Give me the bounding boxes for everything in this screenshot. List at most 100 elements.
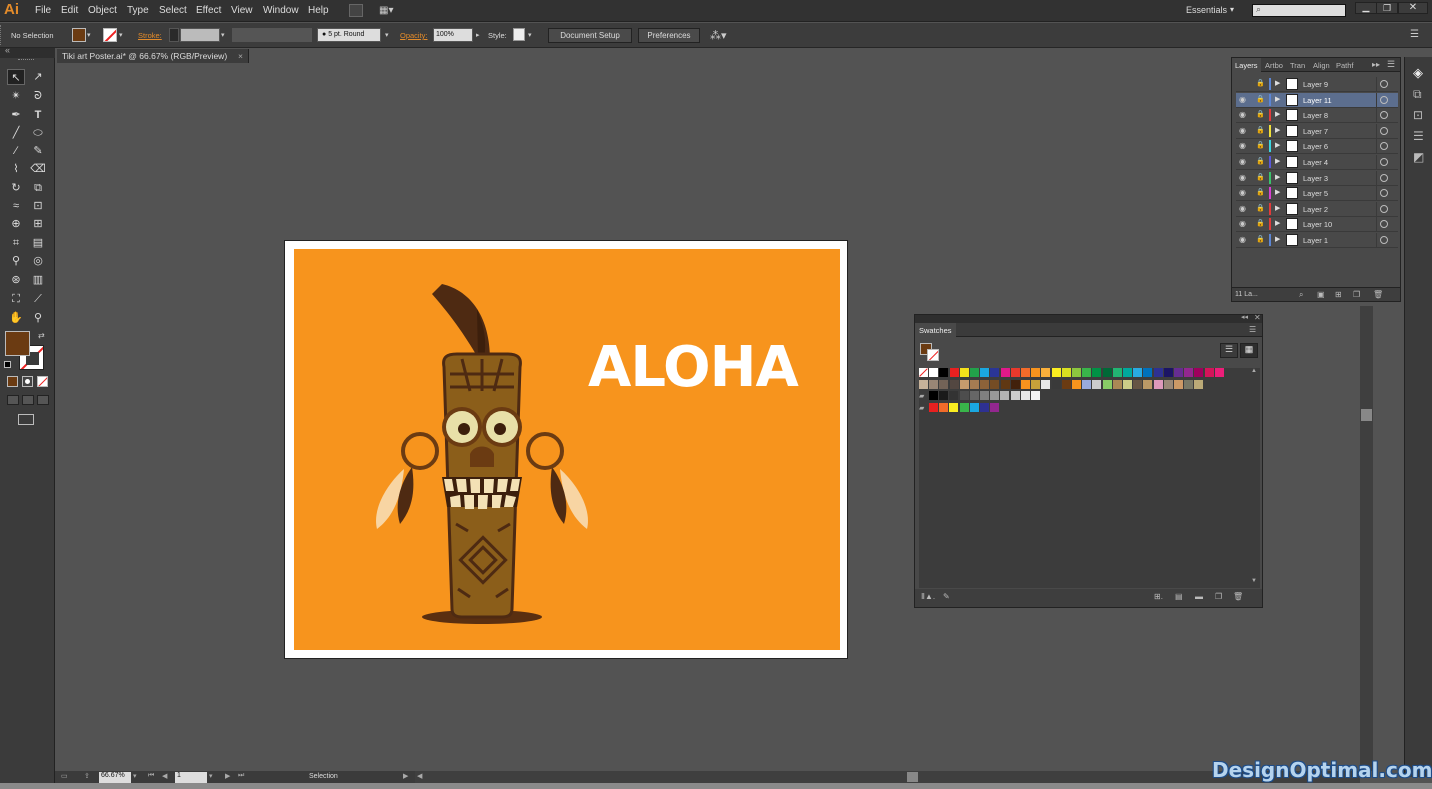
target-icon[interactable] xyxy=(1380,189,1388,198)
tab-artboards[interactable]: Artbo xyxy=(1262,58,1286,72)
hand-tool-icon[interactable]: ✋ xyxy=(7,310,25,326)
lasso-tool-icon[interactable]: ᘐ xyxy=(29,88,47,104)
layer-name[interactable]: Layer 1 xyxy=(1303,236,1328,245)
first-artboard-icon[interactable]: ⏮ xyxy=(148,772,154,780)
swatch[interactable] xyxy=(1112,368,1122,377)
swatch[interactable] xyxy=(1000,368,1010,377)
vertical-scroll-thumb[interactable] xyxy=(1361,409,1372,421)
tab-pathfinder[interactable]: Pathf xyxy=(1333,58,1357,72)
swatch[interactable] xyxy=(1010,368,1020,377)
swatch[interactable] xyxy=(1000,391,1010,400)
lock-icon[interactable]: 🔒 xyxy=(1256,110,1265,118)
fill-color-box[interactable] xyxy=(5,331,30,356)
menu-type[interactable]: Type xyxy=(127,5,149,16)
layer-name[interactable]: Layer 6 xyxy=(1303,142,1328,151)
new-swatch-icon[interactable]: ❐ xyxy=(1215,592,1222,601)
layer-row[interactable]: ◉ 🔒 ▶ Layer 7 xyxy=(1236,123,1398,139)
target-icon[interactable] xyxy=(1380,80,1388,88)
swatches-menu-icon[interactable]: ☰ xyxy=(1249,325,1256,334)
swatch[interactable] xyxy=(1133,368,1143,377)
swatch[interactable] xyxy=(1092,368,1102,377)
swatch[interactable] xyxy=(1031,379,1041,389)
status-menu-icon[interactable]: ▶ xyxy=(403,772,408,780)
scroll-down-icon[interactable]: ▼ xyxy=(1251,578,1257,584)
menu-select[interactable]: Select xyxy=(159,5,187,16)
color-group-folder-icon[interactable]: ▰ xyxy=(919,392,924,400)
visibility-eye-icon[interactable]: ◉ xyxy=(1239,157,1246,166)
layer-name[interactable]: Layer 3 xyxy=(1303,174,1328,183)
swatch[interactable] xyxy=(1153,368,1163,377)
layer-row[interactable]: ◉ 🔒 ▶ Layer 4 xyxy=(1236,155,1398,170)
visibility-eye-icon[interactable]: ◉ xyxy=(1239,204,1246,213)
locate-object-icon[interactable]: ⌕ xyxy=(1299,290,1303,300)
lock-icon[interactable]: 🔒 xyxy=(1256,95,1265,103)
swatch[interactable] xyxy=(1214,368,1224,377)
expand-layer-icon[interactable]: ▶ xyxy=(1275,204,1280,212)
swatch[interactable] xyxy=(969,391,979,400)
draw-behind-icon[interactable] xyxy=(22,395,34,405)
menu-view[interactable]: View xyxy=(231,5,253,16)
swatch[interactable] xyxy=(1174,379,1183,389)
tab-transform[interactable]: Tran xyxy=(1287,58,1308,72)
stroke-weight-input[interactable] xyxy=(180,28,220,42)
layer-name[interactable]: Layer 5 xyxy=(1303,189,1328,198)
swatch-kind-icon[interactable]: ✎ xyxy=(943,592,950,601)
visibility-eye-icon[interactable]: ◉ xyxy=(1239,141,1246,150)
visibility-eye-icon[interactable]: ◉ xyxy=(1239,173,1246,182)
target-icon[interactable] xyxy=(1380,220,1388,229)
expand-layer-icon[interactable]: ▶ xyxy=(1275,79,1280,87)
expand-layer-icon[interactable]: ▶ xyxy=(1275,95,1280,103)
menu-object[interactable]: Object xyxy=(88,5,117,16)
poster-background[interactable]: ALOHA xyxy=(294,249,840,650)
layer-row[interactable]: 🔒 ▶ Layer 9 xyxy=(1236,77,1398,92)
swatch[interactable] xyxy=(929,379,939,389)
tab-swatches[interactable]: Swatches xyxy=(915,323,956,337)
stroke-swatch[interactable] xyxy=(103,28,117,42)
layers-dock-icon[interactable]: ◈ xyxy=(1413,65,1423,81)
thumbnail-view-icon[interactable]: ▦ xyxy=(1240,343,1258,358)
swatch[interactable] xyxy=(1143,379,1153,389)
scale-tool-icon[interactable]: ⧉ xyxy=(29,180,47,196)
gradient-mode-icon[interactable] xyxy=(22,376,33,387)
opacity-input[interactable]: 100% xyxy=(433,28,473,42)
expand-layer-icon[interactable]: ▶ xyxy=(1275,173,1280,181)
zoom-dropdown-icon[interactable]: ▾ xyxy=(133,772,137,780)
direct-selection-tool-icon[interactable]: ↗ xyxy=(29,69,47,85)
document-setup-button[interactable]: Document Setup xyxy=(548,28,632,43)
swatch[interactable] xyxy=(1010,379,1020,389)
swatch[interactable] xyxy=(1102,379,1112,389)
collapse-icon[interactable]: ◂◂ xyxy=(1241,313,1248,321)
layer-row[interactable]: ◉ 🔒 ▶ Layer 3 xyxy=(1236,170,1398,186)
symbol-sprayer-tool-icon[interactable]: ⊛ xyxy=(7,272,25,288)
swatch[interactable] xyxy=(929,391,938,400)
bridge-icon[interactable] xyxy=(349,4,363,17)
lock-icon[interactable]: 🔒 xyxy=(1256,173,1265,181)
color-group-icon[interactable]: ⊞. xyxy=(1154,592,1163,601)
blob-brush-tool-icon[interactable]: ⌇ xyxy=(7,161,25,177)
close-window-button[interactable]: ✕ xyxy=(1398,2,1428,14)
visibility-eye-icon[interactable]: ◉ xyxy=(1239,95,1246,104)
lock-icon[interactable]: 🔒 xyxy=(1256,141,1265,149)
fill-dropdown-icon[interactable]: ▾ xyxy=(87,31,91,39)
target-icon[interactable] xyxy=(1380,126,1388,135)
share-icon[interactable]: ⇪ xyxy=(84,772,90,780)
swatch[interactable] xyxy=(980,379,990,389)
mesh-tool-icon[interactable]: ⌗ xyxy=(7,235,25,251)
swatch[interactable] xyxy=(1123,368,1132,377)
graphic-style-swatch[interactable] xyxy=(513,28,525,41)
artboard-tool-icon[interactable]: ⛶ xyxy=(7,291,25,307)
swatch[interactable] xyxy=(939,402,949,412)
align-dock-icon[interactable]: ☰ xyxy=(1413,129,1424,143)
swatch[interactable] xyxy=(1031,391,1040,400)
new-layer-icon[interactable]: ❐ xyxy=(1353,290,1360,299)
pen-tool-icon[interactable]: ✒ xyxy=(7,107,25,123)
swatch[interactable] xyxy=(1133,379,1143,389)
swatch[interactable] xyxy=(1112,379,1122,389)
minimize-button[interactable]: ▁ xyxy=(1355,2,1377,14)
line-tool-icon[interactable]: ╱ xyxy=(7,125,25,141)
swatch[interactable] xyxy=(1010,391,1020,400)
preferences-button[interactable]: Preferences xyxy=(638,28,700,43)
workspace-switcher[interactable]: Essentials xyxy=(1186,5,1227,15)
swatch[interactable] xyxy=(919,368,928,377)
delete-swatch-icon[interactable]: 🗑 xyxy=(1233,592,1243,601)
